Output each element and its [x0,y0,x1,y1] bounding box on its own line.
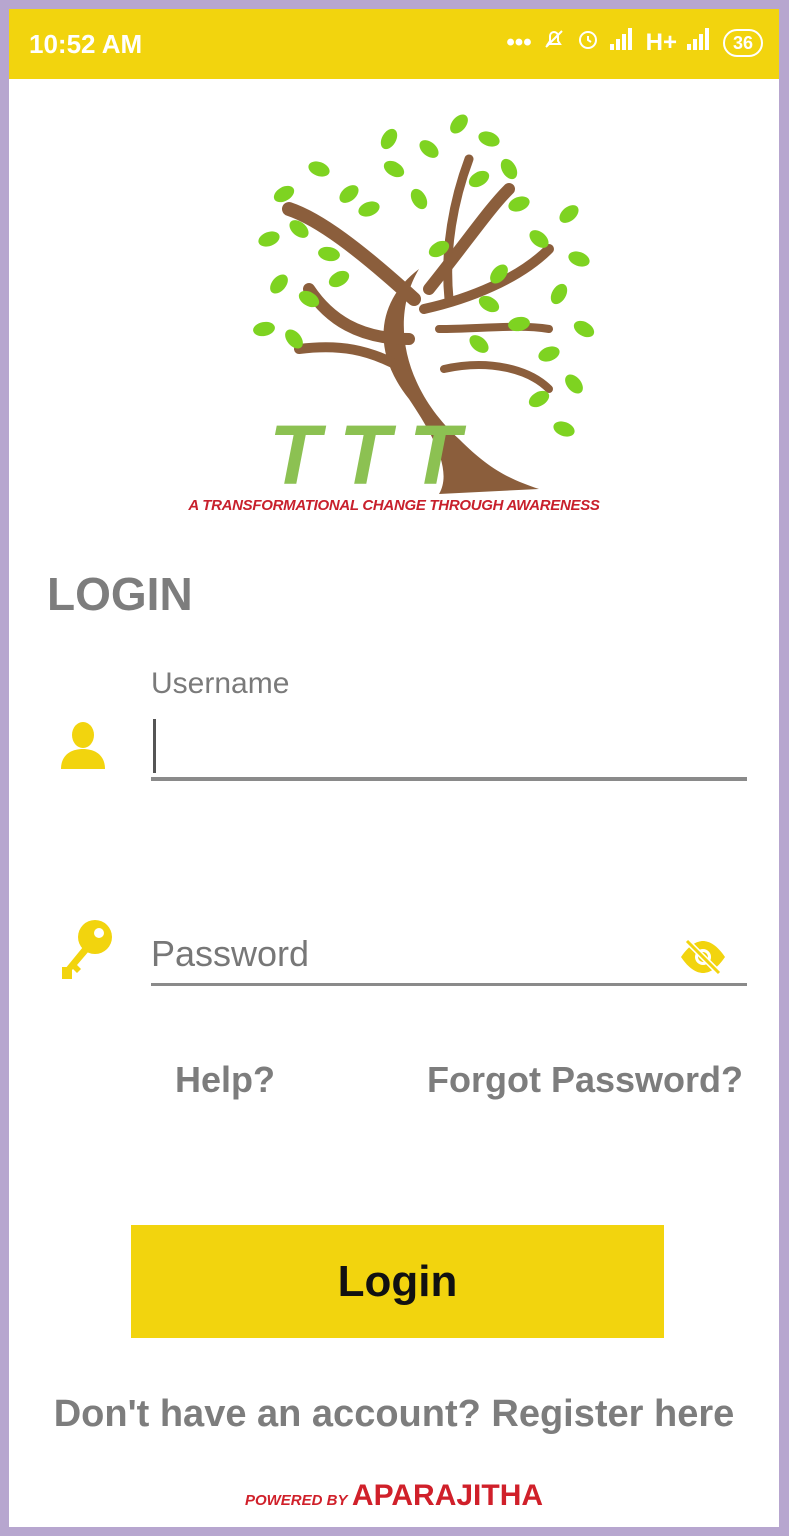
forgot-password-link[interactable]: Forgot Password? [427,1059,743,1101]
logo-letter-1: T [269,408,327,502]
screen: 10:52 AM ••• H+ 36 T T T A TRANSFORMATIO… [9,9,779,1527]
username-label: Username [151,667,290,700]
signal-icon [609,28,636,57]
more-icon: ••• [506,28,532,56]
brand-name: APARAJITHA [351,1479,544,1512]
alarm-icon [576,27,600,58]
logo-tagline: A TRANSFORMATIONAL CHANGE THROUGH AWAREN… [188,497,600,514]
username-input[interactable] [151,715,747,781]
signal-icon-2 [686,28,713,57]
help-link[interactable]: Help? [175,1059,275,1101]
ttt-logo: T T T [253,114,595,502]
key-icon [59,919,115,986]
page-title: LOGIN [47,568,193,620]
eye-off-icon[interactable] [679,937,727,982]
status-icons: ••• H+ 36 [506,27,763,58]
user-icon [61,721,105,774]
mute-icon [542,27,566,58]
powered-by: POWERED BY APARAJITHA [9,1479,779,1513]
status-bar: 10:52 AM ••• H+ 36 [9,9,779,79]
login-button[interactable]: Login [131,1225,664,1338]
password-input[interactable] [151,924,747,986]
logo-letter-3: T [409,408,467,502]
status-time: 10:52 AM [29,29,143,59]
battery-icon: 36 [722,28,763,57]
powered-by-label: POWERED BY [244,1492,348,1509]
network-type: H+ [645,28,677,56]
logo-letter-2: T [339,408,397,502]
register-link[interactable]: Don't have an account? Register here [9,1393,779,1436]
text-cursor [153,719,156,773]
